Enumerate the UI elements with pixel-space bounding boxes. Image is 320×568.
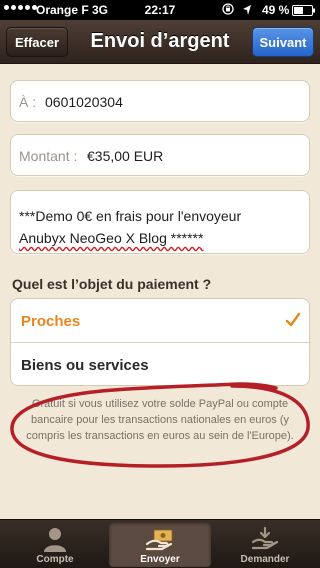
send-money-icon <box>146 529 173 551</box>
recipient-field[interactable]: À : 0601020304 <box>10 80 310 122</box>
tab-send[interactable]: Envoyer <box>109 522 211 567</box>
tab-bar: Compte Envoyer Demander <box>0 519 320 568</box>
next-button[interactable]: Suivant <box>252 27 314 57</box>
tab-request[interactable]: Demander <box>214 522 316 567</box>
amount-value: €35,00 EUR <box>87 148 164 164</box>
option-friends-family[interactable]: Proches <box>11 299 311 343</box>
request-money-icon <box>251 526 279 550</box>
tab-label: Demander <box>240 554 290 565</box>
tab-label: Envoyer <box>140 554 180 565</box>
amount-field[interactable]: Montant : €35,00 EUR <box>10 134 310 176</box>
message-text: ***Demo 0€ en frais pour l'envoyeur Anub… <box>19 205 301 249</box>
recipient-label: À : <box>19 94 37 110</box>
option-label: Proches <box>21 313 81 330</box>
message-line-2: Anubyx NeoGeo X Blog ****** <box>19 230 204 246</box>
rotation-lock-icon <box>222 3 234 15</box>
navigation-bar: Effacer Envoi d’argent Suivant <box>0 20 320 64</box>
message-field[interactable]: ***Demo 0€ en frais pour l'envoyeur Anub… <box>10 190 310 254</box>
tab-account[interactable]: Compte <box>4 522 106 567</box>
red-annotation-circle <box>10 382 310 468</box>
battery-icon <box>292 5 315 16</box>
payment-purpose-heading: Quel est l’objet du paiement ? <box>12 276 212 292</box>
tab-label: Compte <box>36 554 74 565</box>
message-line-1: ***Demo 0€ en frais pour l'envoyeur <box>19 208 242 224</box>
recipient-value: 0601020304 <box>45 94 123 110</box>
status-bar: Orange F 3G 22:17 49 % <box>0 0 320 20</box>
payment-purpose-list: Proches Biens ou services <box>10 298 311 386</box>
checkmark-icon <box>285 312 301 327</box>
amount-label: Montant : <box>19 148 78 164</box>
person-icon <box>44 528 66 552</box>
battery-percentage: 49 % <box>262 3 290 17</box>
option-label: Biens ou services <box>21 357 149 374</box>
location-arrow-icon <box>243 5 251 15</box>
